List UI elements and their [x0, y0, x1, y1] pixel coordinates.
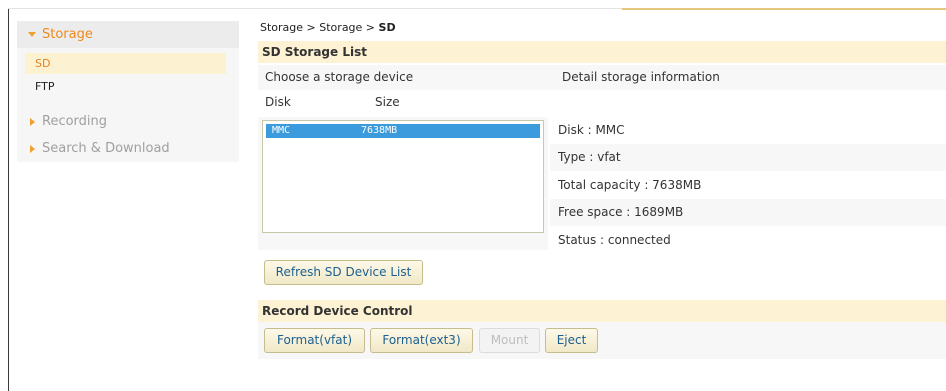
device-disk: MMC [272, 125, 291, 136]
list-item-device-selected[interactable]: MMC 7638MB [266, 124, 540, 138]
list-header-row: Choose a storage device Detail storage i… [258, 65, 946, 90]
device-size: 7638MB [361, 125, 398, 136]
detail-total-capacity: Total capacity : 7638MB [550, 172, 946, 199]
detail-free-space: Free space : 1689MB [550, 199, 946, 226]
breadcrumb-separator: > [362, 21, 379, 34]
breadcrumb-separator: > [303, 21, 320, 34]
sidebar-group-label: Storage [42, 27, 93, 42]
format-ext3-button[interactable]: Format(ext3) [370, 328, 473, 353]
detail-status-text: Status : connected [558, 233, 671, 247]
sidebar-group-search-download[interactable]: Search & Download [17, 139, 239, 159]
mount-button[interactable]: Mount [479, 328, 540, 353]
detail-disk: Disk : MMC [550, 117, 946, 144]
column-disk: Disk [265, 95, 291, 109]
frame-accent-line [622, 8, 946, 10]
caret-right-icon [30, 145, 35, 153]
detail-info-label: Detail storage information [562, 70, 720, 84]
detail-type: Type : vfat [550, 144, 946, 171]
section-header-sd-storage-list: SD Storage List [258, 41, 946, 63]
frame-border-left [8, 8, 9, 391]
refresh-sd-list-button[interactable]: Refresh SD Device List [264, 260, 423, 285]
breadcrumb-item: Storage [260, 21, 304, 34]
breadcrumb-item: Storage [319, 21, 363, 34]
sidebar-item-sd[interactable]: SD [25, 53, 226, 74]
sidebar-item-ftp[interactable]: FTP [25, 76, 226, 97]
caret-down-icon [28, 32, 36, 37]
caret-right-icon [30, 118, 35, 126]
sidebar-group-label: Recording [42, 114, 108, 129]
detail-total-text: Total capacity : 7638MB [558, 178, 702, 192]
sidebar-group-storage[interactable]: Storage [17, 21, 239, 48]
storage-device-listbox[interactable]: MMC 7638MB [262, 120, 544, 233]
sidebar-group-recording[interactable]: Recording [17, 112, 239, 132]
section-header-record-device-control: Record Device Control [258, 300, 946, 322]
eject-button[interactable]: Eject [545, 328, 598, 353]
sidebar-group-label: Search & Download [42, 141, 170, 156]
detail-free-text: Free space : 1689MB [558, 205, 684, 219]
detail-status: Status : connected [550, 227, 946, 254]
detail-disk-text: Disk : MMC [558, 123, 625, 137]
breadcrumb-current: SD [378, 21, 396, 34]
format-vfat-button[interactable]: Format(vfat) [264, 328, 365, 353]
sidebar: Storage SD FTP Recording Search & Downlo… [17, 21, 239, 162]
detail-type-text: Type : vfat [558, 150, 621, 164]
choose-device-label: Choose a storage device [265, 70, 414, 84]
column-header-row: Disk Size [258, 90, 946, 115]
breadcrumb: Storage > Storage > SD [260, 21, 396, 34]
column-size: Size [375, 95, 400, 109]
